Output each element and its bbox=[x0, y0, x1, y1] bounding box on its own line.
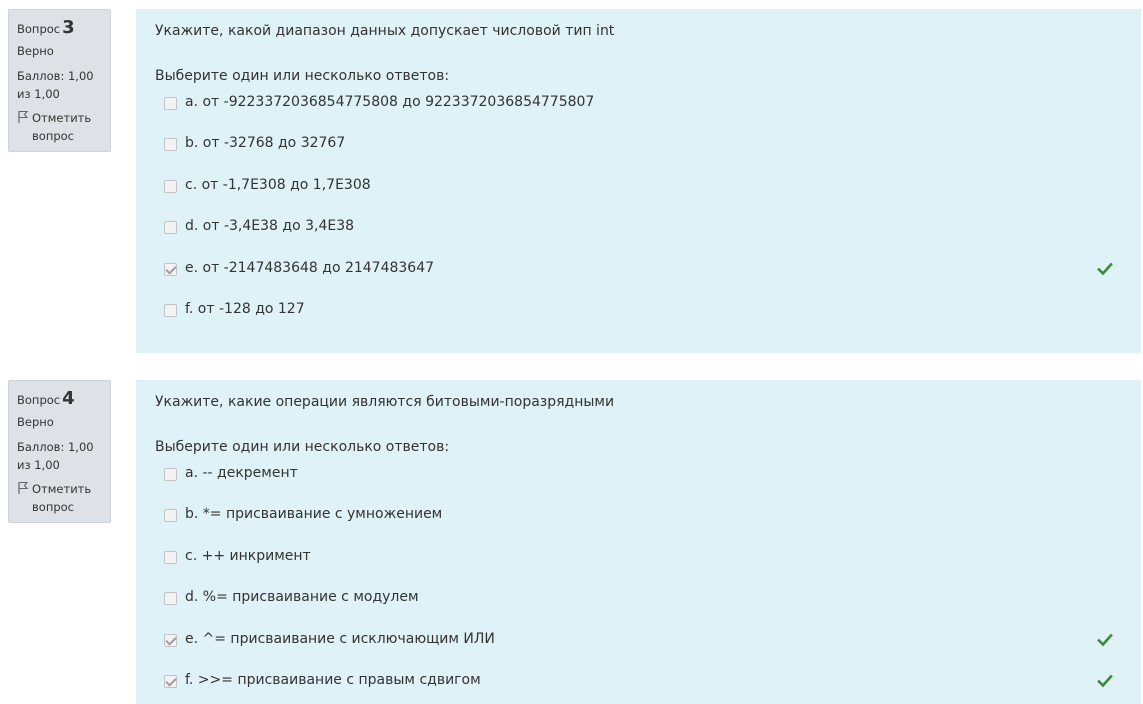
answer-prompt: Выберите один или несколько ответов: bbox=[155, 68, 450, 84]
flag-label: Отметить вопрос bbox=[32, 111, 92, 143]
answer-label: a. от -9223372036854775808 до 9223372036… bbox=[185, 94, 595, 110]
question-word: Вопрос bbox=[17, 393, 61, 407]
correct-check-icon bbox=[1097, 632, 1113, 648]
answer-checkbox[interactable] bbox=[164, 633, 177, 647]
answer-checkbox[interactable] bbox=[164, 468, 177, 481]
answer-option[interactable]: c. от -1,7E308 до 1,7E308 bbox=[164, 177, 1141, 199]
answer-option[interactable]: a. от -9223372036854775808 до 9223372036… bbox=[164, 94, 1141, 116]
question-grade: Баллов: 1,00 из 1,00 bbox=[17, 69, 94, 101]
question-number: 4 bbox=[62, 388, 75, 409]
correct-check-icon bbox=[1097, 261, 1113, 277]
answer-checkbox[interactable] bbox=[164, 97, 177, 110]
question-word: Вопрос bbox=[17, 22, 61, 36]
question-content: Укажите, какой диапазон данных допускает… bbox=[136, 9, 1141, 353]
flag-question-button[interactable]: Отметить вопрос bbox=[17, 480, 102, 516]
answer-checkbox[interactable] bbox=[164, 675, 177, 688]
answer-option[interactable]: d. от -3,4E38 до 3,4E38 bbox=[164, 218, 1141, 240]
answer-label: a. -- декремент bbox=[185, 465, 298, 481]
question-text: Укажите, какой диапазон данных допускает… bbox=[155, 23, 615, 39]
question-state: Верно bbox=[17, 415, 54, 429]
answer-label: f. от -128 до 127 bbox=[185, 301, 305, 317]
answer-option[interactable]: f. >>= присваивание с правым сдвигом bbox=[164, 672, 1141, 694]
answer-label: b. от -32768 до 32767 bbox=[185, 135, 346, 152]
answer-label: c. ++ инкримент bbox=[185, 547, 311, 564]
answer-checkbox[interactable] bbox=[164, 509, 177, 523]
answer-option[interactable]: a. -- декремент bbox=[164, 465, 1141, 487]
flag-question-button[interactable]: Отметить вопрос bbox=[17, 109, 102, 145]
answer-label: e. от -2147483648 до 2147483647 bbox=[185, 259, 435, 276]
answer-label: e. ^= присваивание с исключающим ИЛИ bbox=[185, 630, 495, 647]
question-info: Вопрос 4 Верно Баллов: 1,00 из 1,00 Отмет… bbox=[8, 380, 111, 523]
answer-checkbox[interactable] bbox=[164, 304, 177, 317]
answer-option[interactable]: e. от -2147483648 до 2147483647 bbox=[164, 260, 1141, 282]
question-grade: Баллов: 1,00 из 1,00 bbox=[17, 440, 94, 472]
answer-option[interactable]: b. от -32768 до 32767 bbox=[164, 135, 1141, 157]
answer-checkbox[interactable] bbox=[164, 592, 177, 606]
answer-label: d. %= присваивание с модулем bbox=[185, 589, 419, 606]
answer-option[interactable]: f. от -128 до 127 bbox=[164, 301, 1141, 323]
answer-option[interactable]: c. ++ инкримент bbox=[164, 548, 1141, 570]
answer-label: d. от -3,4E38 до 3,4E38 bbox=[185, 218, 355, 235]
answer-label: c. от -1,7E308 до 1,7E308 bbox=[185, 176, 371, 193]
question-4: Вопрос 4 Верно Баллов: 1,00 из 1,00 Отмет… bbox=[0, 380, 1143, 704]
answer-checkbox[interactable] bbox=[164, 550, 177, 564]
answer-option[interactable]: e. ^= присваивание с исключающим ИЛИ bbox=[164, 631, 1141, 653]
correct-check-icon bbox=[1097, 673, 1113, 689]
answer-checkbox[interactable] bbox=[164, 138, 177, 152]
answer-prompt: Выберите один или несколько ответов: bbox=[155, 439, 450, 455]
answer-label: b. *= присваивание с умножением bbox=[185, 506, 443, 523]
flag-label: Отметить вопрос bbox=[32, 482, 92, 514]
answer-label: f. >>= присваивание с правым сдвигом bbox=[185, 672, 481, 688]
flag-icon bbox=[17, 110, 29, 124]
question-state: Верно bbox=[17, 44, 54, 58]
flag-icon bbox=[17, 481, 29, 495]
answer-checkbox[interactable] bbox=[164, 179, 177, 193]
answer-checkbox[interactable] bbox=[164, 221, 177, 235]
question-text: Укажите, какие операции являются битовым… bbox=[155, 394, 615, 410]
answer-checkbox[interactable] bbox=[164, 262, 177, 276]
question-content: Укажите, какие операции являются битовым… bbox=[136, 380, 1141, 704]
question-number: 3 bbox=[62, 17, 75, 38]
question-3: Вопрос 3 Верно Баллов: 1,00 из 1,00 Отмет… bbox=[0, 9, 1143, 353]
answer-option[interactable]: d. %= присваивание с модулем bbox=[164, 589, 1141, 611]
answer-option[interactable]: b. *= присваивание с умножением bbox=[164, 506, 1141, 528]
question-info: Вопрос 3 Верно Баллов: 1,00 из 1,00 Отмет… bbox=[8, 9, 111, 152]
